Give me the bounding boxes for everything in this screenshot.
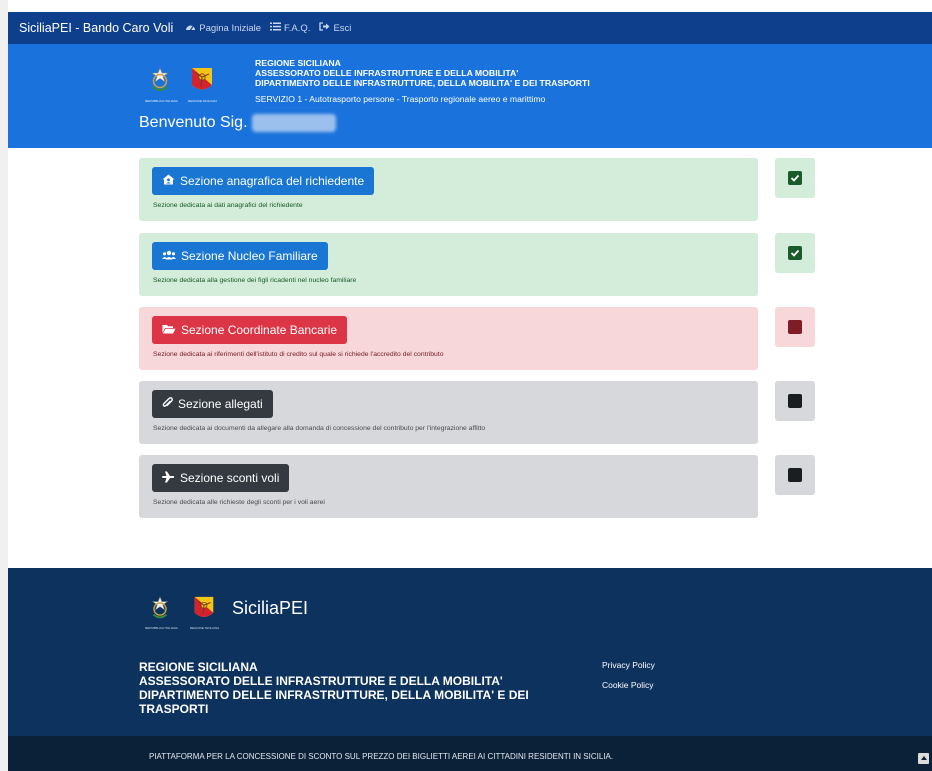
section-nucleo-familiare-button[interactable]: Sezione Nucleo Familiare	[152, 242, 328, 270]
nav-link-faq-label: F.A.Q.	[284, 22, 311, 34]
section-anagrafica-button[interactable]: Sezione anagrafica del richiedente	[152, 167, 375, 195]
section-nucleo-familiare-card: Sezione Nucleo Familiare Sezione dedicat…	[139, 233, 758, 296]
paperclip-icon	[162, 396, 173, 412]
section-allegati-card: Sezione allegati Sezione dedicata ai doc…	[139, 381, 758, 444]
italian-republic-emblem-icon	[149, 67, 171, 95]
section-sconti-voli-button[interactable]: Sezione sconti voli	[152, 464, 290, 492]
dashboard-icon	[185, 22, 196, 34]
section-nucleo-familiare-status	[775, 233, 815, 273]
footer-italian-republic-caption: REPUBBLICA ITALIANA	[145, 626, 178, 630]
page: SiciliaPEI - Bando Caro Voli Pagina Iniz…	[8, 0, 932, 771]
section-nucleo-familiare-label: Sezione Nucleo Familiare	[181, 249, 318, 263]
section-sconti-voli-label: Sezione sconti voli	[180, 471, 280, 485]
footer-brand: SiciliaPEI	[232, 598, 309, 618]
italian-republic-caption: REPUBBLICA ITALIANA	[145, 99, 178, 103]
section-nucleo-familiare-description: Sezione dedicata alla gestione dei figli…	[153, 277, 357, 284]
section-allegati-status	[775, 381, 815, 421]
cookie-policy-link[interactable]: Cookie Policy	[602, 680, 655, 690]
folder-open-icon	[162, 323, 176, 337]
page-header: REPUBBLICA ITALIANA REGIONE SICILIANA RE…	[8, 44, 932, 148]
sicily-region-emblem-icon	[191, 67, 213, 95]
nav-link-home-label: Pagina Iniziale	[199, 22, 262, 34]
section-coordinate-bancarie-button[interactable]: Sezione Coordinate Bancarie	[152, 316, 348, 344]
navbar-brand[interactable]: SiciliaPEI - Bando Caro Voli	[19, 21, 173, 35]
section-allegati-button[interactable]: Sezione allegati	[152, 390, 273, 418]
header-service: SERVIZIO 1 - Autotrasporto persone - Tra…	[255, 94, 546, 104]
section-allegati-label: Sezione allegati	[178, 397, 263, 411]
nav-link-logout[interactable]: Esci	[319, 22, 351, 34]
footer-links: Privacy Policy Cookie Policy	[602, 660, 655, 700]
section-sconti-voli-status	[775, 455, 815, 495]
nav-link-logout-label: Esci	[333, 22, 352, 34]
footer-institution: REGIONE SICILIANA ASSESSORATO DELLE INFR…	[139, 660, 579, 716]
header-title-line: REGIONE SICILIANA	[255, 58, 341, 68]
section-anagrafica-description: Sezione dedicata ai dati anagrafici del …	[153, 202, 303, 209]
nav-link-home[interactable]: Pagina Iniziale	[185, 22, 261, 34]
welcome-message: Benvenuto Sig.	[139, 114, 336, 132]
footer-title-line: REGIONE SICILIANA	[139, 660, 258, 674]
user-home-icon	[162, 174, 175, 188]
section-anagrafica-card: Sezione anagrafica del richiedente Sezio…	[139, 158, 758, 221]
privacy-policy-link[interactable]: Privacy Policy	[602, 660, 655, 670]
section-anagrafica-label: Sezione anagrafica del richiedente	[180, 174, 365, 188]
welcome-text: Benvenuto Sig.	[139, 114, 248, 131]
redacted-user-name	[251, 114, 336, 132]
top-navbar: SiciliaPEI - Bando Caro Voli Pagina Iniz…	[8, 12, 932, 44]
sicily-region-emblem-icon	[193, 596, 215, 622]
header-title-line: DIPARTIMENTO DELLE INFRASTRUTTURE, DELLA…	[255, 78, 590, 88]
section-coordinate-bancarie-label: Sezione Coordinate Bancarie	[181, 323, 338, 337]
header-institution: REGIONE SICILIANA ASSESSORATO DELLE INFR…	[255, 58, 590, 104]
section-anagrafica-status	[775, 158, 815, 198]
page-footer: REPUBBLICA ITALIANA REGIONE SICILIANA Si…	[8, 568, 932, 736]
bottom-bar: PIATTAFORMA PER LA CONCESSIONE DI SCONTO…	[8, 736, 932, 771]
nav-link-faq[interactable]: F.A.Q.	[270, 22, 310, 34]
section-coordinate-bancarie-description: Sezione dedicata ai riferimenti dell'ist…	[153, 351, 444, 358]
list-icon	[270, 22, 282, 34]
section-coordinate-bancarie-status	[775, 307, 815, 347]
header-title-line: ASSESSORATO DELLE INFRASTRUTTURE E DELLA…	[255, 68, 519, 78]
section-sconti-voli-description: Sezione dedicata alle richieste degli sc…	[153, 499, 325, 506]
footer-sicily-region-caption: REGIONE SICILIANA	[190, 626, 220, 630]
footer-title-line: TRASPORTI	[139, 702, 209, 716]
plane-icon	[162, 471, 175, 486]
sicily-region-caption: REGIONE SICILIANA	[188, 99, 218, 103]
footer-title-line: ASSESSORATO DELLE INFRASTRUTTURE E DELLA…	[139, 674, 503, 688]
footer-title-line: DIPARTIMENTO DELLE INFRASTRUTTURE, DELLA…	[139, 688, 529, 702]
check-square-icon	[788, 171, 802, 185]
status-square-icon	[788, 468, 802, 482]
status-square-icon	[788, 320, 802, 334]
section-sconti-voli-card: Sezione sconti voli Sezione dedicata all…	[139, 455, 758, 518]
platform-description: PIATTAFORMA PER LA CONCESSIONE DI SCONTO…	[149, 752, 614, 761]
check-square-icon	[788, 246, 802, 260]
sign-out-icon	[319, 22, 330, 34]
back-to-top-icon[interactable]	[918, 753, 929, 764]
status-square-icon	[788, 394, 802, 408]
users-icon	[162, 249, 176, 263]
section-coordinate-bancarie-card: Sezione Coordinate Bancarie Sezione dedi…	[139, 307, 758, 370]
section-allegati-description: Sezione dedicata ai documenti da allegar…	[153, 425, 486, 432]
italian-republic-emblem-icon	[149, 596, 171, 622]
